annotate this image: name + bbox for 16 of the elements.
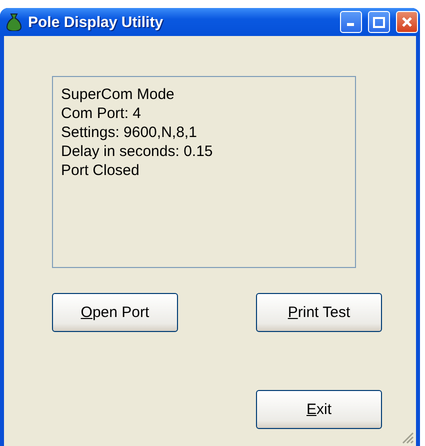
status-line: Settings: 9600,N,8,1 <box>61 123 198 142</box>
status-line: SuperCom Mode <box>61 85 176 104</box>
window-title: Pole Display Utility <box>28 14 164 30</box>
maximize-button[interactable] <box>368 11 390 33</box>
print-test-button[interactable]: Print Test <box>256 293 382 332</box>
status-line: Com Port: 4 <box>61 104 142 123</box>
status-line: Delay in seconds: 0.15 <box>61 142 214 161</box>
resize-grip-icon[interactable] <box>402 432 414 444</box>
open-port-button[interactable]: Open Port <box>52 293 178 332</box>
maximize-icon <box>373 16 385 28</box>
money-bag-icon <box>6 13 22 31</box>
status-line: Port Closed <box>61 161 140 180</box>
close-icon <box>401 16 413 28</box>
minimize-button[interactable] <box>340 11 362 33</box>
exit-button[interactable]: Exit <box>256 390 382 429</box>
close-button[interactable] <box>396 11 418 33</box>
